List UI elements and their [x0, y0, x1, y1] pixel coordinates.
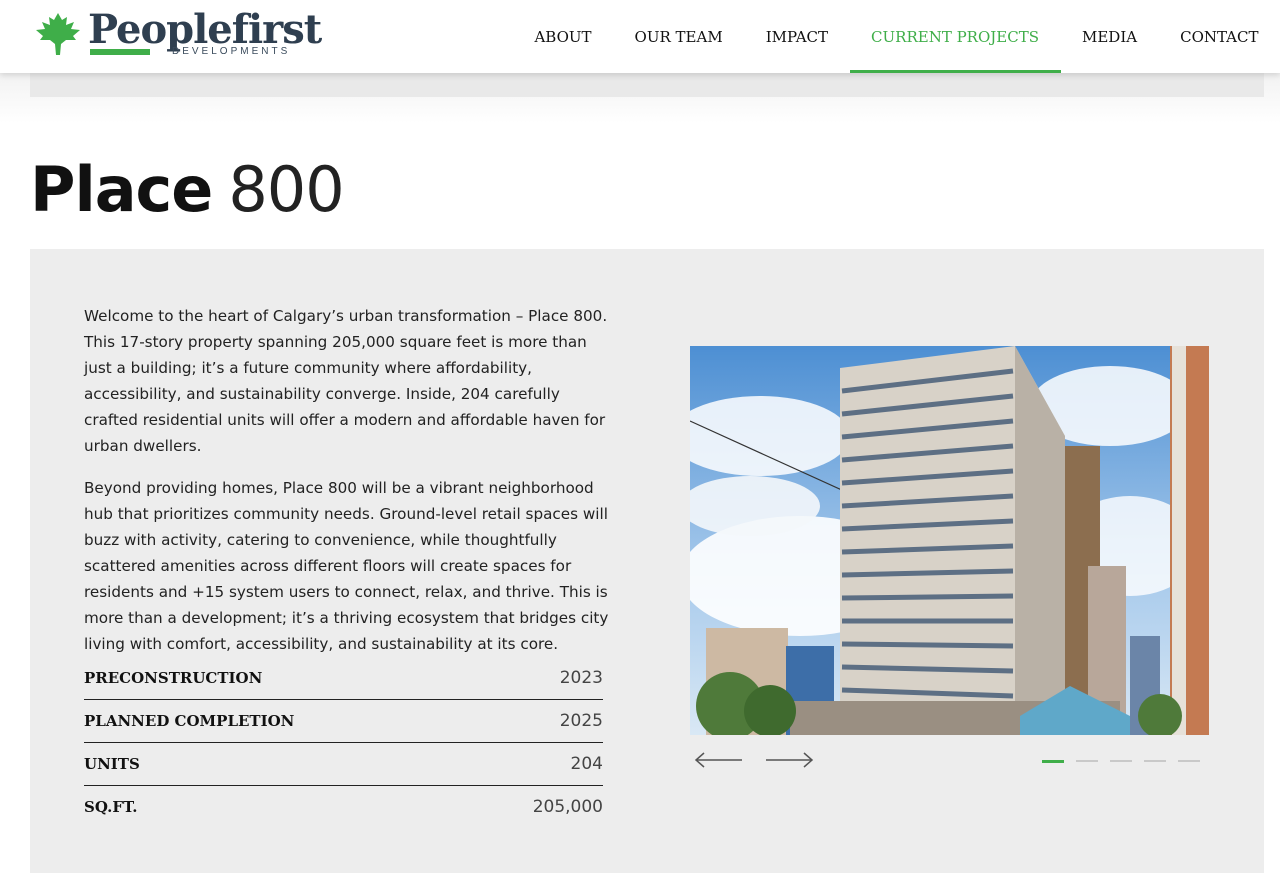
carousel-dot-2[interactable]: [1076, 760, 1098, 762]
description-paragraph: Welcome to the heart of Calgary’s urban …: [84, 307, 608, 455]
nav-item-current-projects[interactable]: CURRENT PROJECTS: [849, 0, 1061, 73]
project-image-carousel[interactable]: [690, 346, 1209, 735]
spec-row-planned-completion: PLANNED COMPLETION 2025: [84, 700, 603, 743]
arrow-right-icon[interactable]: [764, 749, 814, 771]
carousel-dot-5[interactable]: [1178, 760, 1200, 762]
spec-row-sqft: SQ.FT. 205,000: [84, 786, 603, 828]
project-specs: PRECONSTRUCTION 2023 PLANNED COMPLETION …: [84, 657, 603, 828]
spec-value: 2025: [559, 711, 603, 731]
logo-tagline: DEVELOPMENTS: [172, 46, 291, 57]
spec-label: SQ.FT.: [84, 798, 138, 816]
carousel-dot-3[interactable]: [1110, 760, 1132, 762]
carousel-pagination: [1042, 760, 1200, 763]
nav-item-contact[interactable]: CONTACT: [1159, 0, 1280, 73]
logo-underline: [90, 49, 150, 55]
carousel-dot-1[interactable]: [1042, 760, 1064, 763]
spec-row-units: UNITS 204: [84, 743, 603, 786]
nav-item-media[interactable]: MEDIA: [1061, 0, 1159, 73]
nav-item-about[interactable]: ABOUT: [513, 0, 613, 73]
spec-label: PRECONSTRUCTION: [84, 669, 263, 687]
spec-row-preconstruction: PRECONSTRUCTION 2023: [84, 657, 603, 700]
page-title: Place 800: [30, 152, 345, 228]
page-title-bold: Place: [30, 153, 213, 226]
description-paragraph: Beyond providing homes, Place 800 will b…: [84, 479, 609, 653]
nav-item-impact[interactable]: IMPACT: [744, 0, 849, 73]
spec-value: 205,000: [532, 797, 603, 817]
project-description: Welcome to the heart of Calgary’s urban …: [84, 303, 614, 673]
page-title-light: 800: [228, 153, 344, 226]
spec-label: UNITS: [84, 755, 140, 773]
main-nav: ABOUT OUR TEAM IMPACT CURRENT PROJECTS M…: [513, 0, 1280, 73]
spec-label: PLANNED COMPLETION: [84, 712, 295, 730]
spec-value: 2023: [559, 668, 603, 688]
logo[interactable]: Peoplefirst DEVELOPMENTS: [34, 8, 322, 60]
site-header: Peoplefirst DEVELOPMENTS ABOUT OUR TEAM …: [0, 0, 1280, 73]
carousel-dot-4[interactable]: [1144, 760, 1166, 762]
maple-leaf-icon: [36, 13, 80, 55]
spec-value: 204: [570, 754, 603, 774]
building-photo: [690, 346, 1209, 735]
project-panel: Welcome to the heart of Calgary’s urban …: [30, 249, 1264, 873]
header-shadow-inner: [30, 73, 1264, 97]
nav-item-our-team[interactable]: OUR TEAM: [613, 0, 744, 73]
arrow-left-icon[interactable]: [694, 749, 744, 771]
